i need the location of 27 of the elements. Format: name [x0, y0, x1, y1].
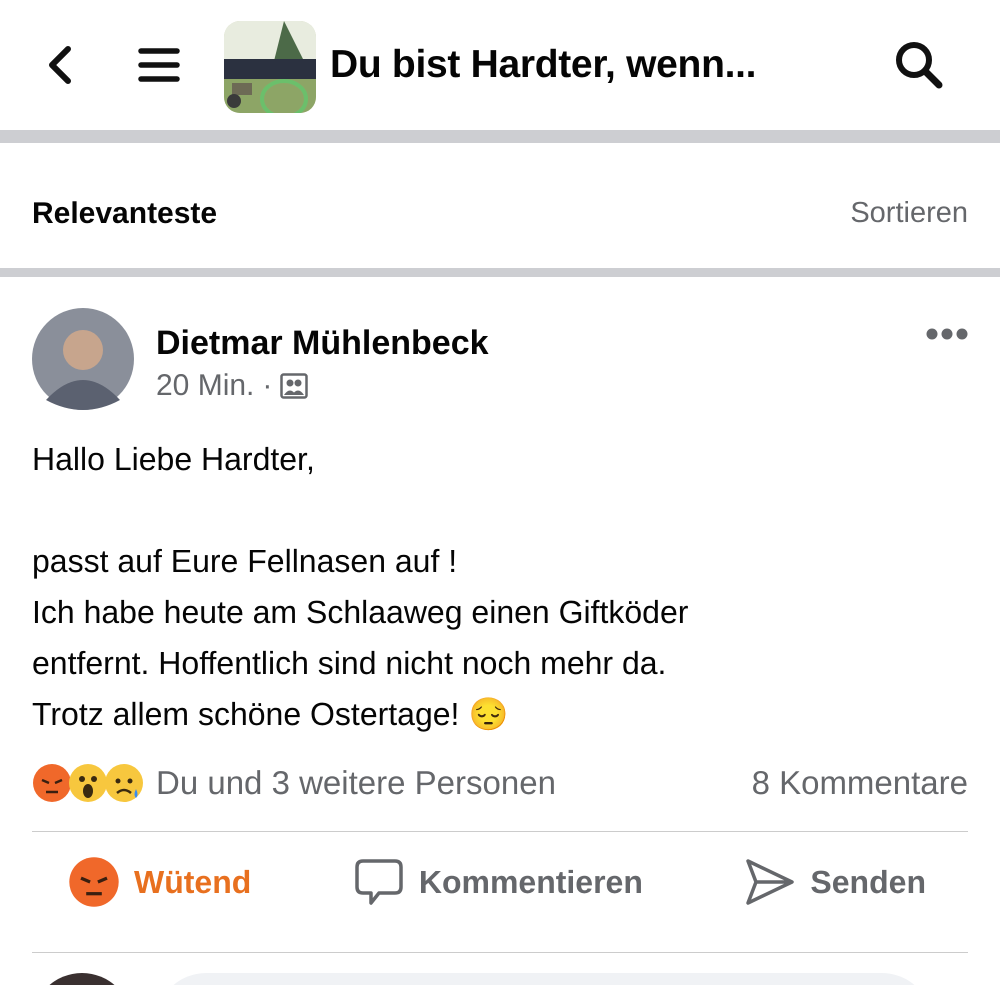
back-icon[interactable]	[46, 45, 74, 85]
separator-dot: ·	[262, 369, 272, 403]
comment-button[interactable]: Kommentieren	[352, 857, 643, 907]
reaction-summary[interactable]: Du und 3 weitere Personen	[156, 764, 556, 802]
comment-count[interactable]: 8 Kommentare	[752, 764, 968, 802]
menu-icon[interactable]	[138, 47, 180, 83]
send-button[interactable]: Senden	[744, 857, 926, 907]
surprised-face-icon	[68, 763, 108, 803]
angry-button[interactable]: Wütend	[68, 856, 252, 908]
group-icon	[280, 373, 308, 399]
author-name[interactable]: Dietmar Mühlenbeck	[156, 324, 489, 363]
sad-face-icon	[104, 763, 144, 803]
sort-label: Relevanteste	[32, 196, 218, 230]
paper-plane-icon	[744, 857, 796, 907]
group-title[interactable]: Du bist Hardter, wenn...	[330, 43, 756, 87]
post-text: Ich habe heute am Schlaaweg einen Giftköder	[32, 593, 688, 632]
avatar-icon	[32, 308, 134, 410]
post-text: entfernt. Hoffentlich sind nicht noch mehr da.	[32, 644, 666, 683]
post-text: passt auf Eure Fellnasen auf !	[32, 542, 458, 581]
speech-bubble-icon	[352, 857, 405, 907]
angry-face-icon	[32, 763, 72, 803]
angry-face-icon	[68, 856, 120, 908]
more-icon[interactable]	[926, 328, 968, 340]
post-text: Hallo Liebe Hardter,	[32, 440, 315, 479]
post-text: Trotz allem schöne Ostertage! 😔	[32, 695, 508, 734]
post-time: 20 Min.	[156, 369, 254, 403]
sort-button[interactable]: Sortieren	[850, 197, 968, 230]
